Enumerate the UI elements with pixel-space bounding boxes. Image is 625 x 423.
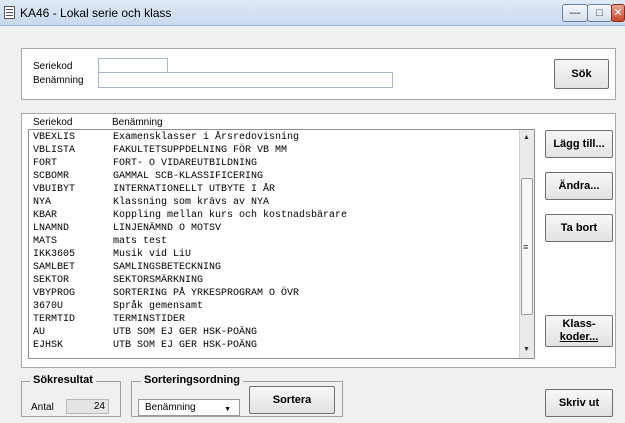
scroll-down-icon[interactable]: ▼: [523, 346, 530, 353]
chevron-down-icon: ▼: [224, 406, 231, 413]
window-title: KA46 - Lokal serie och klass: [20, 6, 172, 20]
add-button[interactable]: Lägg till...: [545, 130, 613, 158]
sort-button-label: Sortera: [272, 393, 312, 406]
row-code: LNAMND: [33, 223, 70, 234]
row-code: FORT: [33, 158, 58, 169]
seriekod-label: Seriekod: [33, 61, 73, 72]
row-name: SAMLINGSBETECKNING: [113, 262, 222, 273]
row-name: FAKULTETSUPPDELNING FÖR VB MM: [113, 145, 288, 156]
add-button-label: Lägg till...: [553, 137, 605, 150]
row-code: SAMLBET: [33, 262, 76, 273]
row-code: MATS: [33, 236, 58, 247]
count-label: Antal: [31, 402, 54, 413]
benamning-label: Benämning: [33, 75, 84, 86]
row-code: TERMTID: [33, 314, 76, 325]
row-code: NYA: [33, 197, 52, 208]
series-list[interactable]: VBEXLIS Examensklasser i Årsredovisning V…: [28, 129, 535, 359]
row-name: FORT- O VIDAREUTBILDNING: [113, 158, 258, 169]
title-bar: KA46 - Lokal serie och klass — □ ✕: [0, 0, 625, 26]
row-code: VBUIBYT: [33, 184, 76, 195]
scroll-grip-icon: ≡: [523, 242, 529, 252]
benamning-input[interactable]: [98, 72, 393, 88]
scroll-up-icon[interactable]: ▲: [523, 134, 530, 141]
row-name: SORTERING PÅ YRKESPROGRAM O ÖVR: [113, 288, 300, 299]
row-code: AU: [33, 327, 46, 338]
delete-button[interactable]: Ta bort: [545, 214, 613, 242]
app-icon: [4, 6, 15, 19]
row-name: UTB SOM EJ GER HSK-POÄNG: [113, 327, 258, 338]
row-code: VBEXLIS: [33, 132, 76, 143]
class-codes-label-line2: koder...: [559, 331, 599, 343]
sort-order-value: Benämning: [145, 402, 196, 413]
list-scrollbar[interactable]: ▲ ≡ ▼: [519, 130, 534, 358]
print-button[interactable]: Skriv ut: [545, 389, 613, 417]
row-code: IKK3605: [33, 249, 76, 260]
close-button[interactable]: ✕: [611, 4, 625, 22]
row-code: VBLISTA: [33, 145, 76, 156]
row-name: GAMMAL SCB-KLASSIFICERING: [113, 171, 264, 182]
header-benamning[interactable]: Benämning: [112, 117, 163, 128]
row-code: VBYPROG: [33, 288, 76, 299]
row-code: SCBOMR: [33, 171, 70, 182]
class-codes-label-line1: Klass-: [562, 318, 596, 330]
row-code: 3670U: [33, 301, 64, 312]
delete-button-label: Ta bort: [560, 221, 598, 234]
row-name: Examensklasser i Årsredovisning: [113, 132, 300, 143]
row-name: Musik vid LiU: [113, 249, 192, 260]
row-name: Klassning som krävs av NYA: [113, 197, 270, 208]
row-name: SEKTORSMÄRKNING: [113, 275, 204, 286]
print-button-label: Skriv ut: [558, 396, 600, 409]
row-name: TERMINSTIDER: [113, 314, 186, 325]
class-codes-button[interactable]: Klass- koder...: [545, 315, 613, 347]
row-name: mats test: [113, 236, 168, 247]
row-name: LINJENÄMND O MOTSV: [113, 223, 222, 234]
sort-button[interactable]: Sortera: [249, 386, 335, 414]
row-code: KBAR: [33, 210, 58, 221]
header-seriekod[interactable]: Seriekod: [33, 117, 72, 128]
maximize-button[interactable]: □: [587, 4, 612, 22]
search-button[interactable]: Sök: [554, 59, 609, 89]
row-name: INTERNATIONELLT UTBYTE I ÅR: [113, 184, 276, 195]
row-code: EJHSK: [33, 340, 64, 351]
result-group-title: Sökresultat: [30, 374, 96, 386]
search-button-label: Sök: [571, 67, 592, 80]
edit-button[interactable]: Ändra...: [545, 172, 613, 200]
row-code: SEKTOR: [33, 275, 70, 286]
row-name: Koppling mellan kurs och kostnadsbärare: [113, 210, 348, 221]
row-name: UTB SOM EJ GER HSK-POÄNG: [113, 340, 258, 351]
sort-group-title: Sorteringsordning: [141, 374, 243, 386]
edit-button-label: Ändra...: [558, 179, 600, 192]
row-name: Språk gemensamt: [113, 301, 204, 312]
count-value: 24: [66, 399, 109, 414]
minimize-button[interactable]: —: [562, 4, 588, 22]
sort-order-select[interactable]: Benämning ▼: [138, 399, 240, 416]
